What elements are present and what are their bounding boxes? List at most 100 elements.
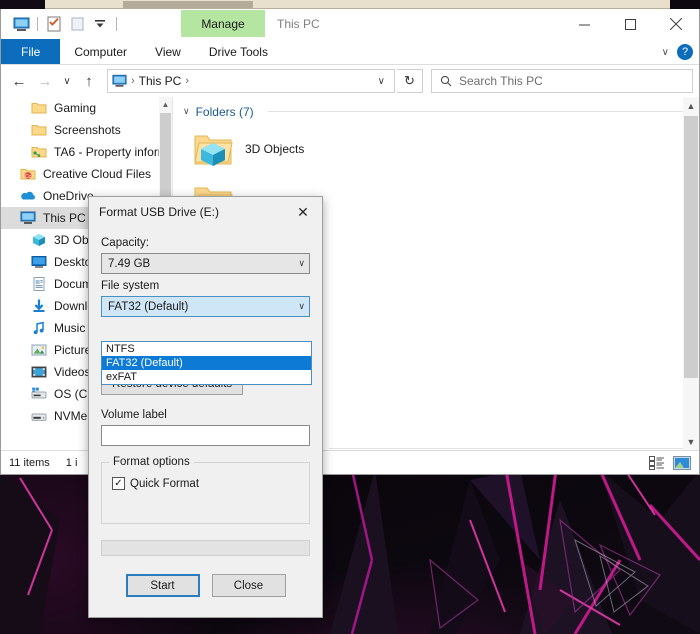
quick-format-row[interactable]: ✓ Quick Format (112, 477, 299, 490)
sidebar-item-label: Screenshots (54, 123, 121, 137)
dialog-close-icon[interactable]: ✕ (288, 198, 318, 226)
sidebar-item-label: This PC (43, 211, 86, 225)
folder-icon (31, 122, 47, 138)
dialog-title: Format USB Drive (E:) (99, 205, 220, 219)
scroll-down-icon[interactable]: ▼ (683, 433, 699, 450)
volume-label-caption: Volume label (101, 409, 167, 421)
sidebar-item-label: Creative Cloud Files (43, 167, 152, 181)
contextual-tab-manage[interactable]: Manage (181, 10, 265, 37)
close-button[interactable] (653, 9, 699, 39)
volume-label-input[interactable] (101, 425, 310, 446)
search-placeholder: Search This PC (459, 74, 543, 88)
ribbon-right-controls: ∨ ? (662, 39, 693, 65)
sidebar-item-gaming[interactable]: Gaming (1, 97, 172, 119)
background-window-strip (45, 0, 670, 9)
help-icon[interactable]: ? (677, 44, 693, 60)
scroll-up-icon[interactable]: ▲ (683, 97, 699, 114)
search-icon (440, 75, 452, 87)
sidebar-item-label: Gaming (54, 101, 97, 115)
format-progress-bar (101, 540, 310, 556)
content-scrollbar-thumb[interactable] (684, 116, 698, 378)
sidebar-item-label: OneDrive (43, 189, 94, 203)
creative-cloud-icon: Cc (20, 166, 36, 182)
chevron-down-icon[interactable]: ∨ (298, 301, 305, 312)
filesystem-value: FAT32 (Default) (108, 300, 189, 313)
title-bar: Manage This PC (1, 9, 699, 39)
forward-button[interactable]: → (33, 69, 57, 93)
filesystem-combobox[interactable]: FAT32 (Default) ∨ (101, 296, 310, 317)
filesystem-option-exfat[interactable]: exFAT (102, 370, 311, 384)
svg-text:Cc: Cc (25, 174, 32, 180)
recent-locations-button[interactable]: ∨ (59, 69, 75, 93)
filesystem-option-fat32-default[interactable]: FAT32 (Default) (102, 356, 311, 370)
quick-format-label: Quick Format (130, 477, 200, 490)
refresh-button[interactable]: ↻ (397, 69, 423, 93)
tab-drive-tools[interactable]: Drive Tools (195, 39, 282, 64)
desktop-icon (31, 254, 47, 270)
shared-folder-icon (31, 144, 47, 160)
filesystem-option-ntfs[interactable]: NTFS (102, 342, 311, 356)
toolbar-divider-2 (116, 17, 117, 31)
dialog-footer: Start Close (101, 556, 310, 597)
folder-icon (31, 100, 47, 116)
capacity-combobox[interactable]: 7.49 GB ∨ (101, 253, 310, 274)
capacity-label: Capacity: (101, 237, 149, 249)
sidebar-item-ta6-property-inform[interactable]: TA6 - Property inform (1, 141, 172, 163)
up-button[interactable]: ↑ (77, 69, 101, 93)
dialog-body: Capacity: 7.49 GB ∨ File system FAT32 (D… (89, 227, 322, 597)
documents-icon (31, 276, 47, 292)
caption-buttons (561, 9, 699, 39)
maximize-button[interactable] (607, 9, 653, 39)
scroll-up-icon[interactable]: ▲ (159, 97, 172, 111)
windows-drive-icon (31, 386, 47, 402)
capacity-value: 7.49 GB (108, 257, 151, 270)
details-view-button[interactable] (649, 456, 665, 470)
address-dropdown-icon[interactable]: ∨ (373, 76, 390, 87)
folder-tile-3d-objects[interactable]: 3D Objects (191, 123, 446, 175)
folder-3d-objects-icon (191, 129, 235, 169)
view-buttons (649, 451, 691, 475)
large-icons-view-button[interactable] (673, 456, 691, 470)
sidebar-item-label: Videos (54, 365, 91, 379)
tab-view[interactable]: View (141, 39, 195, 64)
address-field[interactable]: › This PC › ∨ (107, 69, 395, 93)
breadcrumb-this-pc[interactable]: This PC (139, 74, 182, 88)
status-item-count: 11 items (9, 456, 50, 469)
customize-quick-access-icon[interactable] (90, 14, 110, 34)
chevron-down-icon[interactable]: ∨ (662, 47, 669, 58)
dialog-close-button[interactable]: Close (211, 574, 286, 597)
sidebar-item-label: TA6 - Property inform (54, 145, 168, 159)
filesystem-label: File system (101, 280, 160, 292)
quick-format-checkbox[interactable]: ✓ (112, 477, 125, 490)
breadcrumb-separator-2[interactable]: › (185, 75, 189, 87)
search-box[interactable]: Search This PC (431, 69, 693, 93)
ribbon-tabs: File Computer View Drive Tools ∨ ? (1, 39, 699, 65)
tab-file[interactable]: File (1, 39, 61, 64)
minimize-button[interactable] (561, 9, 607, 39)
content-scrollbar[interactable]: ▲ ▼ (683, 97, 699, 450)
group-divider (267, 111, 689, 112)
start-button[interactable]: Start (125, 574, 200, 597)
back-button[interactable]: ← (7, 69, 31, 93)
folders-group-header[interactable]: ∨ Folders (7) (173, 97, 699, 119)
sidebar-item-screenshots[interactable]: Screenshots (1, 119, 172, 141)
drive-icon (31, 408, 47, 424)
address-bar-row: ← → ∨ ↑ › This PC › ∨ ↻ Search This PC (1, 65, 699, 97)
new-folder-icon[interactable] (67, 14, 87, 34)
this-pc-icon (20, 210, 36, 226)
status-selection: 1 i (65, 456, 78, 469)
sidebar-item-creative-cloud-files[interactable]: Cc Creative Cloud Files (1, 163, 172, 185)
music-icon (31, 320, 47, 336)
chevron-down-icon[interactable]: ∨ (183, 106, 190, 117)
tab-computer[interactable]: Computer (60, 39, 141, 64)
this-pc-icon[interactable] (11, 14, 31, 34)
window-title: This PC (277, 17, 320, 31)
sidebar-item-label: Music (54, 321, 86, 335)
properties-icon[interactable] (44, 14, 64, 34)
chevron-down-icon[interactable]: ∨ (298, 258, 305, 269)
folder-tile-label: 3D Objects (245, 142, 305, 156)
group-divider-2 (328, 447, 689, 449)
downloads-icon (31, 298, 47, 314)
filesystem-dropdown-list[interactable]: NTFS FAT32 (Default) exFAT (101, 341, 312, 385)
quick-access-toolbar (1, 14, 120, 34)
